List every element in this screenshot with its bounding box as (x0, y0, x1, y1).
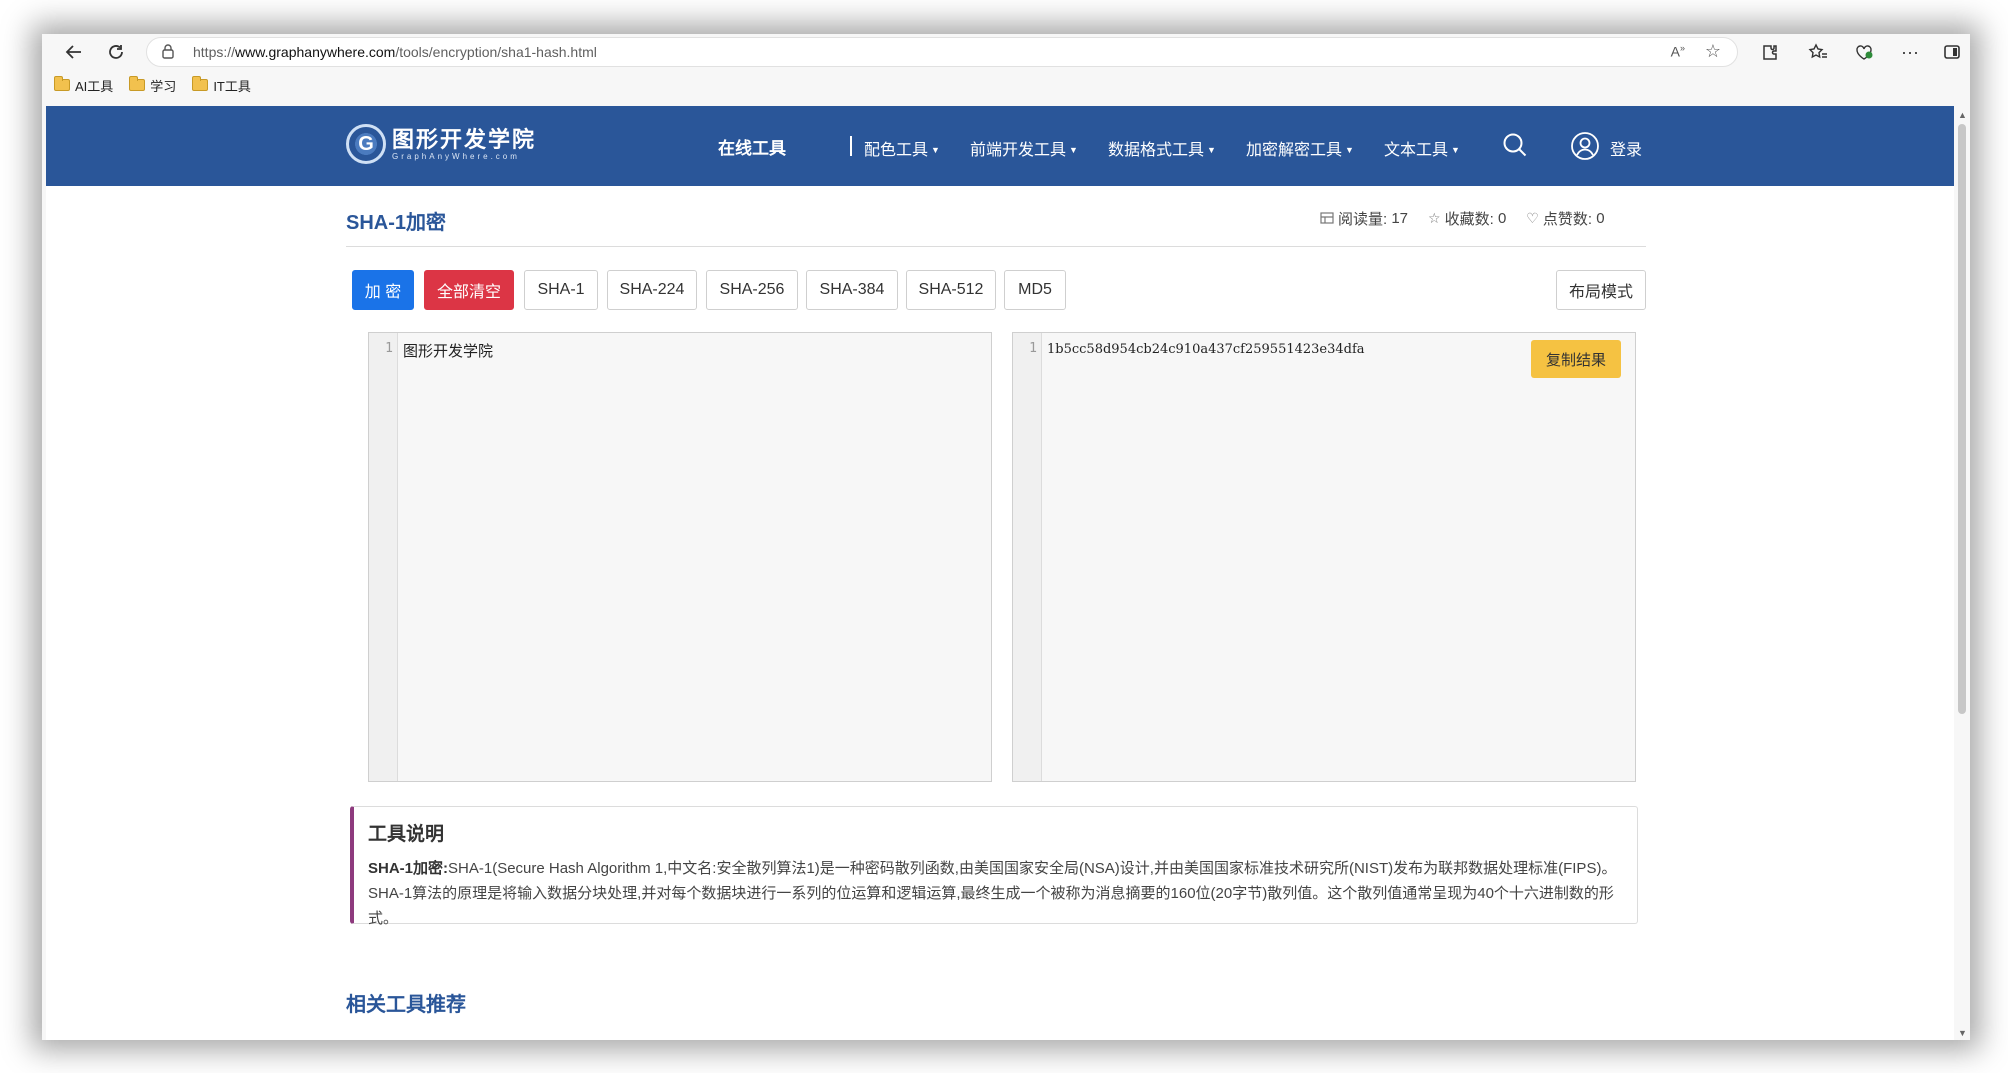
sha224-button[interactable]: SHA-224 (607, 270, 697, 310)
bookmark-it-tools[interactable]: IT工具 (192, 76, 251, 95)
favorite-star-icon[interactable]: ☆ (1705, 41, 1721, 62)
extensions-icon[interactable] (1752, 36, 1788, 68)
nav-color-tools[interactable]: 配色工具 ▼ (864, 136, 940, 160)
sidebar-toggle-icon[interactable] (1934, 36, 1970, 68)
back-icon[interactable] (56, 36, 92, 68)
clear-all-button[interactable]: 全部清空 (424, 270, 514, 310)
sha1-button[interactable]: SHA-1 (524, 270, 598, 310)
scroll-up-icon[interactable]: ▲ (1958, 110, 1967, 120)
caret-down-icon: ▼ (1451, 145, 1460, 155)
bookmark-label: 学习 (150, 78, 177, 94)
browser-window: https://www.graphanywhere.com/tools/encr… (42, 34, 1970, 1040)
bookmark-ai-tools[interactable]: AI工具 (54, 76, 113, 95)
search-icon[interactable] (1502, 132, 1528, 163)
nav-label: 配色工具 (864, 142, 929, 159)
caret-down-icon: ▼ (931, 145, 940, 155)
nav-label: 数据格式工具 (1108, 142, 1205, 159)
sha256-button[interactable]: SHA-256 (706, 270, 798, 310)
lock-icon[interactable] (161, 43, 175, 62)
output-editor[interactable]: 1 1b5cc58d954cb24c910a437cf259551423e34d… (1012, 332, 1636, 782)
output-hash-text[interactable]: 1b5cc58d954cb24c910a437cf259551423e34dfa (1047, 342, 1365, 357)
description-body: SHA-1加密:SHA-1(Secure Hash Algorithm 1,中文… (368, 856, 1623, 931)
caret-down-icon: ▼ (1069, 145, 1078, 155)
sha512-button[interactable]: SHA-512 (906, 270, 996, 310)
favorites-count: 0 (1497, 210, 1507, 227)
url-prefix: https:// (193, 44, 236, 60)
copy-result-button[interactable]: 复制结果 (1531, 340, 1621, 378)
url-path: /tools/encryption/sha1-hash.html (395, 44, 597, 60)
heart-icon: ♡ (1526, 210, 1539, 226)
screen-frame: https://www.graphanywhere.com/tools/encr… (0, 0, 2008, 1073)
site-logo[interactable]: G 图形开发学院 GraphAnyWhere.com (346, 124, 536, 164)
nav-text-tools[interactable]: 文本工具 ▼ (1384, 136, 1460, 160)
star-icon: ☆ (1428, 210, 1441, 226)
page-scrollbar[interactable]: ▲ ▼ (1954, 106, 1970, 1040)
folder-icon (54, 76, 70, 91)
caret-down-icon: ▼ (1207, 145, 1216, 155)
scrollbar-thumb[interactable] (1958, 124, 1966, 714)
caret-down-icon: ▼ (1345, 145, 1354, 155)
scroll-down-icon[interactable]: ▼ (1958, 1028, 1967, 1038)
nav-label: 前端开发工具 (970, 142, 1067, 159)
logo-text: 图形开发学院 GraphAnyWhere.com (392, 126, 537, 161)
description-text: SHA-1(Secure Hash Algorithm 1,中文名:安全散列算法… (368, 860, 1617, 927)
logo-letter: G (358, 132, 374, 155)
nav-data-format-tools[interactable]: 数据格式工具 ▼ (1108, 136, 1216, 160)
nav-frontend-tools[interactable]: 前端开发工具 ▼ (970, 136, 1078, 160)
encrypt-button[interactable]: 加 密 (352, 270, 414, 310)
page-viewport: G 图形开发学院 GraphAnyWhere.com 在线工具 配色工具 ▼ 前端… (46, 106, 1954, 1040)
performance-icon[interactable] (1846, 36, 1882, 68)
likes-label: 点赞数: (1542, 211, 1593, 228)
line-number: 1 (385, 341, 393, 356)
stat-views: 阅读量: 17 (1320, 208, 1408, 229)
folder-icon (192, 76, 209, 91)
nav-label: 文本工具 (1384, 142, 1449, 159)
logo-mark-icon: G (346, 124, 386, 164)
favorites-label: 收藏数: (1444, 211, 1494, 228)
nav-separator (850, 136, 852, 156)
user-icon[interactable] (1570, 131, 1600, 166)
url-text[interactable]: https://www.graphanywhere.com/tools/encr… (193, 44, 597, 60)
bookmark-study[interactable]: 学习 (129, 76, 176, 95)
url-domain: www.graphanywhere.com (235, 44, 396, 60)
tool-description: 工具说明 SHA-1加密:SHA-1(Secure Hash Algorithm… (350, 806, 1638, 927)
logo-cn: 图形开发学院 (392, 126, 537, 152)
line-number: 1 (1029, 341, 1037, 356)
nav-label: 加密解密工具 (1246, 142, 1343, 159)
browser-toolbar: https://www.graphanywhere.com/tools/encr… (42, 34, 1970, 70)
views-count: 17 (1391, 210, 1409, 227)
sha384-button[interactable]: SHA-384 (806, 270, 898, 310)
bookmarks-bar: AI工具 学习 IT工具 (42, 70, 1970, 100)
favorites-icon[interactable] (1800, 36, 1836, 68)
stat-favorites[interactable]: ☆ 收藏数: 0 (1428, 208, 1506, 229)
description-term: SHA-1加密: (368, 860, 449, 877)
input-text[interactable]: 图形开发学院 (403, 340, 493, 361)
nav-crypto-tools[interactable]: 加密解密工具 ▼ (1246, 136, 1354, 160)
refresh-icon[interactable] (98, 36, 134, 68)
input-gutter: 1 (369, 333, 398, 781)
more-options-icon[interactable]: ··· (1892, 36, 1928, 68)
md5-button[interactable]: MD5 (1004, 270, 1066, 310)
related-tools-heading: 相关工具推荐 (346, 994, 466, 1016)
read-aloud-icon[interactable]: A» (1671, 43, 1685, 60)
output-gutter: 1 (1013, 333, 1042, 781)
layout-mode-button[interactable]: 布局模式 (1556, 270, 1646, 310)
article-stats: 阅读量: 17 ☆ 收藏数: 0 ♡ 点赞数: 0 (1300, 208, 1605, 229)
logo-en: GraphAnyWhere.com (392, 151, 520, 161)
site-header: G 图形开发学院 GraphAnyWhere.com 在线工具 配色工具 ▼ 前端… (46, 106, 1954, 186)
bookmark-label: AI工具 (75, 78, 114, 94)
bookmark-label: IT工具 (213, 78, 251, 94)
title-divider (346, 246, 1646, 247)
login-link[interactable]: 登录 (1610, 136, 1642, 160)
likes-count: 0 (1596, 210, 1605, 227)
views-label: 阅读量: (1338, 211, 1388, 228)
nav-online-tools[interactable]: 在线工具 (718, 134, 786, 159)
folder-icon (129, 76, 146, 91)
views-icon (1320, 211, 1334, 227)
page-title: SHA-1加密 (346, 212, 447, 234)
address-bar[interactable]: https://www.graphanywhere.com/tools/encr… (146, 37, 1738, 67)
description-heading: 工具说明 (368, 824, 445, 845)
input-editor[interactable]: 1 图形开发学院 (368, 332, 992, 782)
stat-likes[interactable]: ♡ 点赞数: 0 (1526, 208, 1604, 229)
